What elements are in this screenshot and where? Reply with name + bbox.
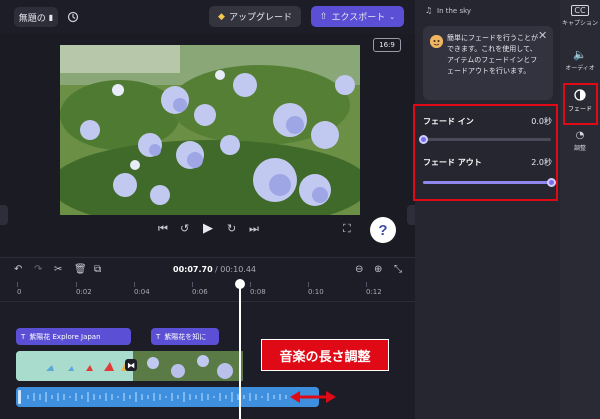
current-time: 00:07.70 xyxy=(173,265,213,274)
resize-arrow-icon[interactable] xyxy=(290,389,336,405)
tick-label: 0:10 xyxy=(308,288,324,296)
captions-icon: CC xyxy=(571,5,589,16)
tick-label: 0:12 xyxy=(366,288,382,296)
tick-mark xyxy=(192,282,193,287)
tooltip-text: 簡単にフェードを行うことができます。これを使用して、アイテムのフェードインとフェ… xyxy=(447,34,538,75)
music-note-icon: ♫ xyxy=(425,6,433,15)
timeline-toolbar: ↶ ↷ ✂ 🗑 ⧉ 00:07.70 / 00:10.44 ⊖ ⊕ ⤡ xyxy=(0,258,415,282)
fade-in-slider[interactable] xyxy=(423,138,551,141)
text-clip[interactable]: T 紫陽花 Explore Japan xyxy=(16,328,131,345)
right-collapse-handle[interactable] xyxy=(407,205,415,225)
tools-rail: CC キャプション 🔈 オーディオ フェード ◔ 調整 xyxy=(560,0,600,419)
annotation-label: 音楽の長さ調整 xyxy=(261,339,389,371)
fade-in-slider-handle[interactable] xyxy=(419,135,428,144)
fade-tab-highlight xyxy=(563,83,598,125)
tick-mark xyxy=(76,282,77,287)
rail-item-adjust[interactable]: ◔ 調整 xyxy=(560,130,600,152)
speedometer-icon: ◔ xyxy=(575,130,585,141)
speaker-icon: 🔈 xyxy=(573,48,587,61)
text-clip-icon: T xyxy=(156,332,161,341)
avatar xyxy=(430,35,443,48)
left-collapse-handle[interactable] xyxy=(0,205,8,225)
project-title-button[interactable]: 無題の ▮ xyxy=(14,7,58,27)
duplicate-icon[interactable]: ⧉ xyxy=(94,264,101,275)
redo-icon[interactable]: ↷ xyxy=(34,264,42,275)
zoom-in-icon[interactable]: ⊕ xyxy=(374,264,382,275)
forward-5-icon[interactable]: ↻ xyxy=(227,222,236,235)
transition-icon[interactable]: ⧓ xyxy=(125,359,137,371)
rail-item-audio[interactable]: 🔈 オーディオ xyxy=(560,48,600,72)
fullscreen-icon[interactable]: ⛶ xyxy=(343,222,351,236)
video-clip-flowers[interactable] xyxy=(133,351,243,381)
tick-mark xyxy=(308,282,309,287)
time-ruler[interactable]: 0 0:02 0:04 0:06 0:08 0:10 0:12 xyxy=(0,282,415,302)
rewind-5-icon[interactable]: ↺ xyxy=(180,222,189,235)
text-clip-icon: T xyxy=(21,332,26,341)
playhead[interactable] xyxy=(239,280,241,419)
fade-out-slider-handle[interactable] xyxy=(547,178,556,187)
fade-out-value: 2.0秒 xyxy=(531,158,552,167)
cloud-sync-icon[interactable] xyxy=(66,10,80,24)
close-icon[interactable]: ✕ xyxy=(538,29,547,42)
diamond-icon: ◆ xyxy=(218,11,225,22)
fade-out-label: フェード アウト xyxy=(423,158,482,167)
tick-label: 0 xyxy=(17,288,22,296)
playhead-handle[interactable] xyxy=(235,279,245,289)
export-label: エクスポート xyxy=(331,13,386,23)
text-clip[interactable]: T 紫陽花を知に xyxy=(151,328,219,345)
tick-label: 0:02 xyxy=(76,288,92,296)
upload-icon: ⇧ xyxy=(319,11,328,22)
skip-back-icon[interactable]: ⏮ xyxy=(158,222,168,236)
captions-label: キャプション xyxy=(561,20,598,27)
undo-icon[interactable]: ↶ xyxy=(14,264,22,275)
fade-in-value: 0.0秒 xyxy=(531,117,552,126)
tick-mark xyxy=(134,282,135,287)
tick-label: 0:08 xyxy=(250,288,266,296)
total-time: / 00:10.44 xyxy=(215,265,257,274)
upgrade-label: アップグレード xyxy=(228,13,292,23)
zoom-out-icon[interactable]: ⊖ xyxy=(355,264,363,275)
fade-in-label: フェード イン xyxy=(423,117,474,126)
top-bar: 無題の ▮ ◆ アップグレード ⇧ エクスポート ⌄ xyxy=(0,0,415,34)
upgrade-button[interactable]: ◆ アップグレード xyxy=(209,6,301,27)
tick-mark xyxy=(17,282,18,287)
adjust-label: 調整 xyxy=(573,145,586,152)
aspect-ratio-button[interactable]: 16:9 xyxy=(373,38,401,52)
tick-label: 0:04 xyxy=(134,288,150,296)
chevron-down-icon: ⌄ xyxy=(389,12,396,21)
tick-mark xyxy=(366,282,367,287)
help-button[interactable]: ? xyxy=(370,217,396,243)
play-icon[interactable]: ▶ xyxy=(203,221,213,236)
tick-label: 0:06 xyxy=(192,288,208,296)
project-title: 無題の xyxy=(18,13,46,24)
export-button[interactable]: ⇧ エクスポート ⌄ xyxy=(311,6,404,27)
fade-tooltip: 簡単にフェードを行うことができます。これを使用して、アイテムのフェードインとフェ… xyxy=(423,26,553,100)
audio-label: オーディオ xyxy=(565,65,595,72)
split-icon[interactable]: ✂ xyxy=(54,264,62,275)
audio-clip[interactable] xyxy=(16,387,319,407)
skip-forward-icon[interactable]: ⏭ xyxy=(249,222,259,236)
rail-item-captions[interactable]: CC キャプション xyxy=(560,5,600,27)
playback-controls: ⏮ ↺ ▶ ↻ ⏭ ⛶ xyxy=(0,221,415,250)
video-preview xyxy=(60,45,360,215)
fit-icon[interactable]: ⤡ xyxy=(394,264,402,275)
tick-mark xyxy=(250,282,251,287)
text-clip-label: 紫陽花を知に xyxy=(164,332,207,341)
delete-icon[interactable]: 🗑 xyxy=(74,264,87,275)
edit-icon: ▮ xyxy=(48,12,54,22)
audio-title: In the sky xyxy=(437,7,472,15)
fade-out-fill xyxy=(423,181,551,184)
text-clip-label: 紫陽花 Explore Japan xyxy=(29,332,101,341)
